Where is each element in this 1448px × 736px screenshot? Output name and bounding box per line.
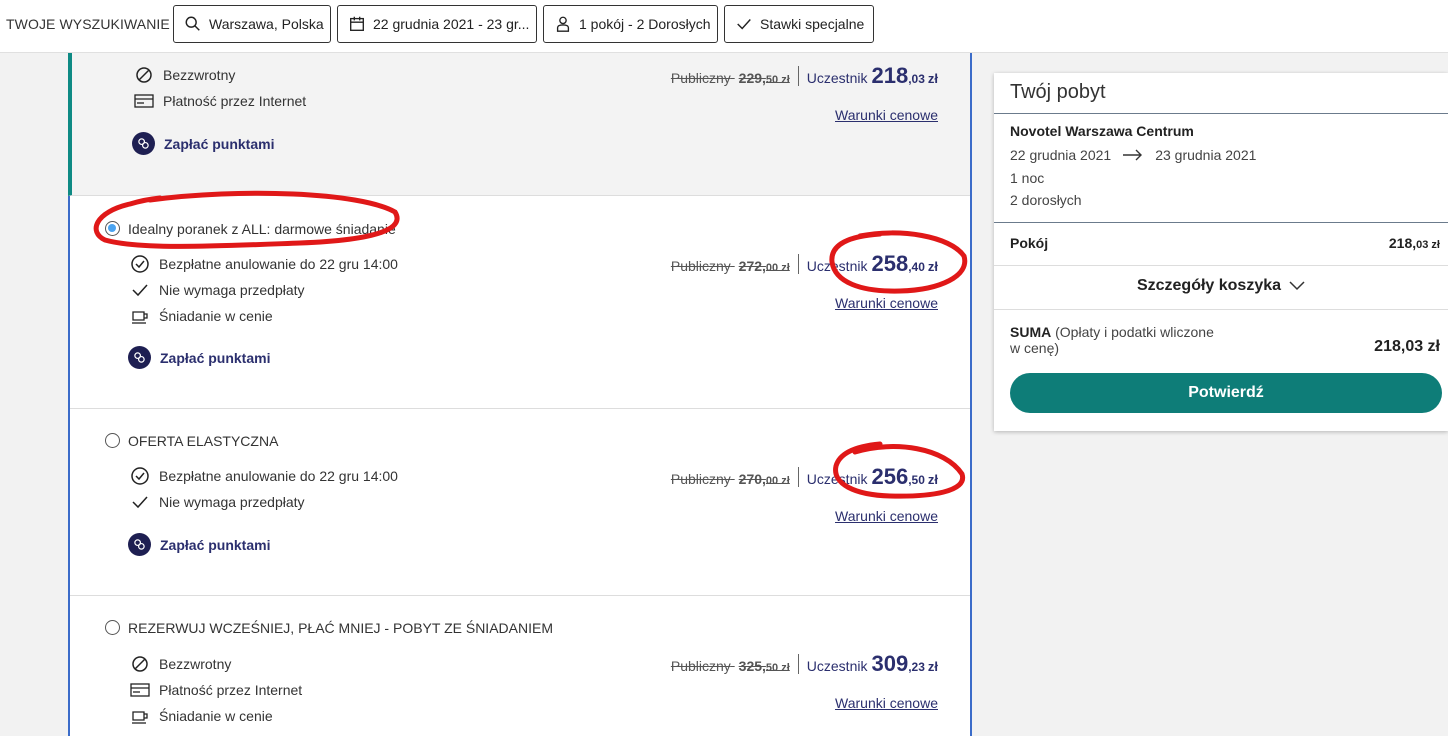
search-icon — [185, 16, 200, 31]
feature-text: Nie wymaga przedpłaty — [159, 282, 305, 298]
member-price: Uczestnik 258,40 zł — [806, 251, 938, 276]
dates-chip[interactable]: 22 grudnia 2021 - 23 gr... — [337, 5, 537, 43]
arrow-right-icon — [1123, 149, 1143, 161]
feature-row: Bezpłatne anulowanie do 22 gru 14:00 — [130, 254, 398, 274]
feature-row: Płatność przez Internet — [134, 91, 306, 111]
adults-count: 2 dorosłych — [1010, 192, 1082, 208]
price-terms-link[interactable]: Warunki cenowe — [835, 295, 938, 311]
summary-title: Twój pobyt — [1010, 81, 1106, 103]
total-label: SUMA (Opłaty i podatki wliczone w cenę) — [1010, 324, 1214, 356]
price-block: Publiczny 272,00 zł Uczestnik 258,40 zł — [671, 251, 938, 277]
clock-check-icon — [131, 467, 149, 485]
pay-with-points-label: Zapłać punktami — [160, 349, 271, 366]
feature-text: Śniadanie w cenie — [159, 308, 273, 324]
date-to: 23 grudnia 2021 — [1155, 147, 1257, 163]
feature-row: Płatność przez Internet — [130, 680, 302, 700]
dates-text: 22 grudnia 2021 - 23 gr... — [373, 16, 530, 32]
price-terms-link[interactable]: Warunki cenowe — [835, 107, 938, 123]
pay-with-points-label: Zapłać punktami — [160, 536, 271, 553]
price-block: Publiczny 270,00 zł Uczestnik 256,50 zł — [671, 464, 938, 490]
points-icon — [128, 346, 151, 369]
total-price: 218,03 zł — [1374, 338, 1440, 355]
pay-with-points-button[interactable]: Zapłać punktami — [128, 533, 270, 556]
feature-text: Śniadanie w cenie — [159, 708, 273, 724]
special-rates-text: Stawki specjalne — [760, 16, 865, 32]
feature-row: Śniadanie w cenie — [130, 706, 273, 726]
offer-card: OFERTA ELASTYCZNA Bezpłatne anulowanie d… — [70, 409, 970, 596]
pay-with-points-label: Zapłać punktami — [164, 135, 275, 152]
room-price: 218,03 zł — [1388, 235, 1440, 251]
stay-summary: Twój pobyt Novotel Warszawa Centrum 22 g… — [994, 73, 1448, 431]
check-icon — [132, 496, 148, 509]
pay-with-points-button[interactable]: Zapłać punktami — [128, 346, 270, 369]
offer-radio[interactable] — [105, 221, 120, 236]
feature-row: Bezzwrotny — [134, 65, 235, 85]
date-from: 22 grudnia 2021 — [1010, 147, 1112, 163]
calendar-icon — [350, 16, 364, 31]
feature-row: Nie wymaga przedpłaty — [130, 492, 305, 512]
nights-count: 1 noc — [1010, 170, 1045, 186]
offer-radio[interactable] — [105, 620, 120, 635]
guests-text: 1 pokój - 2 Dorosłych — [579, 16, 711, 32]
price-terms-link[interactable]: Warunki cenowe — [835, 695, 938, 711]
person-icon — [556, 16, 570, 32]
check-icon — [132, 284, 148, 297]
location-chip[interactable]: Warszawa, Polska — [173, 5, 331, 43]
points-icon — [128, 533, 151, 556]
location-text: Warszawa, Polska — [209, 16, 324, 32]
public-price: Publiczny 325,50 zł — [670, 658, 790, 674]
member-price: Uczestnik 218,03 zł — [806, 63, 938, 88]
search-bar: TWOJE WYSZUKIWANIE Warszawa, Polska 22 g… — [0, 0, 1448, 53]
feature-text: Bezpłatne anulowanie do 22 gru 14:00 — [159, 256, 398, 272]
special-rates-chip[interactable]: Stawki specjalne — [724, 5, 874, 43]
feature-row: Śniadanie w cenie — [130, 306, 273, 326]
offer-title: Idealny poranek z ALL: darmowe śniadanie — [128, 221, 396, 237]
public-price: Publiczny 272,00 zł — [670, 258, 790, 274]
offer-card: Bezzwrotny Płatność przez Internet Zapła… — [68, 53, 970, 196]
confirm-button[interactable]: Potwierdź — [1010, 373, 1442, 413]
feature-text: Bezzwrotny — [159, 656, 232, 672]
price-block: Publiczny 229,50 zł Uczestnik 218,03 zł — [671, 63, 938, 89]
price-block: Publiczny 325,50 zł Uczestnik 309,23 zł — [671, 651, 938, 677]
feature-row: Bezzwrotny — [130, 654, 231, 674]
points-icon — [132, 132, 155, 155]
member-price: Uczestnik 256,50 zł — [806, 464, 938, 489]
offer-title: REZERWUJ WCZEŚNIEJ, PŁAĆ MNIEJ - POBYT Z… — [128, 620, 553, 636]
card-icon — [130, 683, 150, 697]
feature-text: Płatność przez Internet — [159, 682, 303, 698]
public-price: Publiczny 270,00 zł — [670, 471, 790, 487]
public-price: Publiczny 229,50 zł — [670, 70, 790, 86]
cup-icon — [132, 311, 148, 324]
cup-icon — [132, 711, 148, 724]
search-label: TWOJE WYSZUKIWANIE — [6, 16, 170, 32]
feature-row: Bezpłatne anulowanie do 22 gru 14:00 — [130, 466, 398, 486]
pay-with-points-button[interactable]: Zapłać punktami — [132, 132, 274, 155]
check-icon — [737, 19, 751, 30]
offer-title: OFERTA ELASTYCZNA — [128, 433, 279, 449]
card-icon — [134, 94, 154, 108]
hotel-name: Novotel Warszawa Centrum — [1010, 123, 1194, 139]
offer-card: Idealny poranek z ALL: darmowe śniadanie… — [70, 196, 970, 409]
feature-text: Płatność przez Internet — [163, 93, 307, 109]
feature-text: Bezpłatne anulowanie do 22 gru 14:00 — [159, 468, 398, 484]
guests-chip[interactable]: 1 pokój - 2 Dorosłych — [543, 5, 718, 43]
room-label: Pokój — [1010, 235, 1049, 251]
clock-check-icon — [131, 255, 149, 273]
member-price: Uczestnik 309,23 zł — [806, 651, 938, 676]
feature-row: Nie wymaga przedpłaty — [130, 280, 305, 300]
offer-radio[interactable] — [105, 433, 120, 448]
cart-details-label: Szczegóły koszyka — [1136, 277, 1282, 294]
cart-details-toggle[interactable]: Szczegóły koszyka — [994, 277, 1448, 295]
offers-panel: Bezzwrotny Płatność przez Internet Zapła… — [68, 53, 972, 736]
feature-text: Bezzwrotny — [163, 67, 236, 83]
stay-dates: 22 grudnia 2021 23 grudnia 2021 — [1010, 147, 1256, 163]
offer-card: REZERWUJ WCZEŚNIEJ, PŁAĆ MNIEJ - POBYT Z… — [70, 596, 970, 736]
no-entry-icon — [132, 656, 148, 672]
no-entry-icon — [136, 67, 152, 83]
price-terms-link[interactable]: Warunki cenowe — [835, 508, 938, 524]
chevron-down-icon — [1289, 281, 1305, 291]
feature-text: Nie wymaga przedpłaty — [159, 494, 305, 510]
